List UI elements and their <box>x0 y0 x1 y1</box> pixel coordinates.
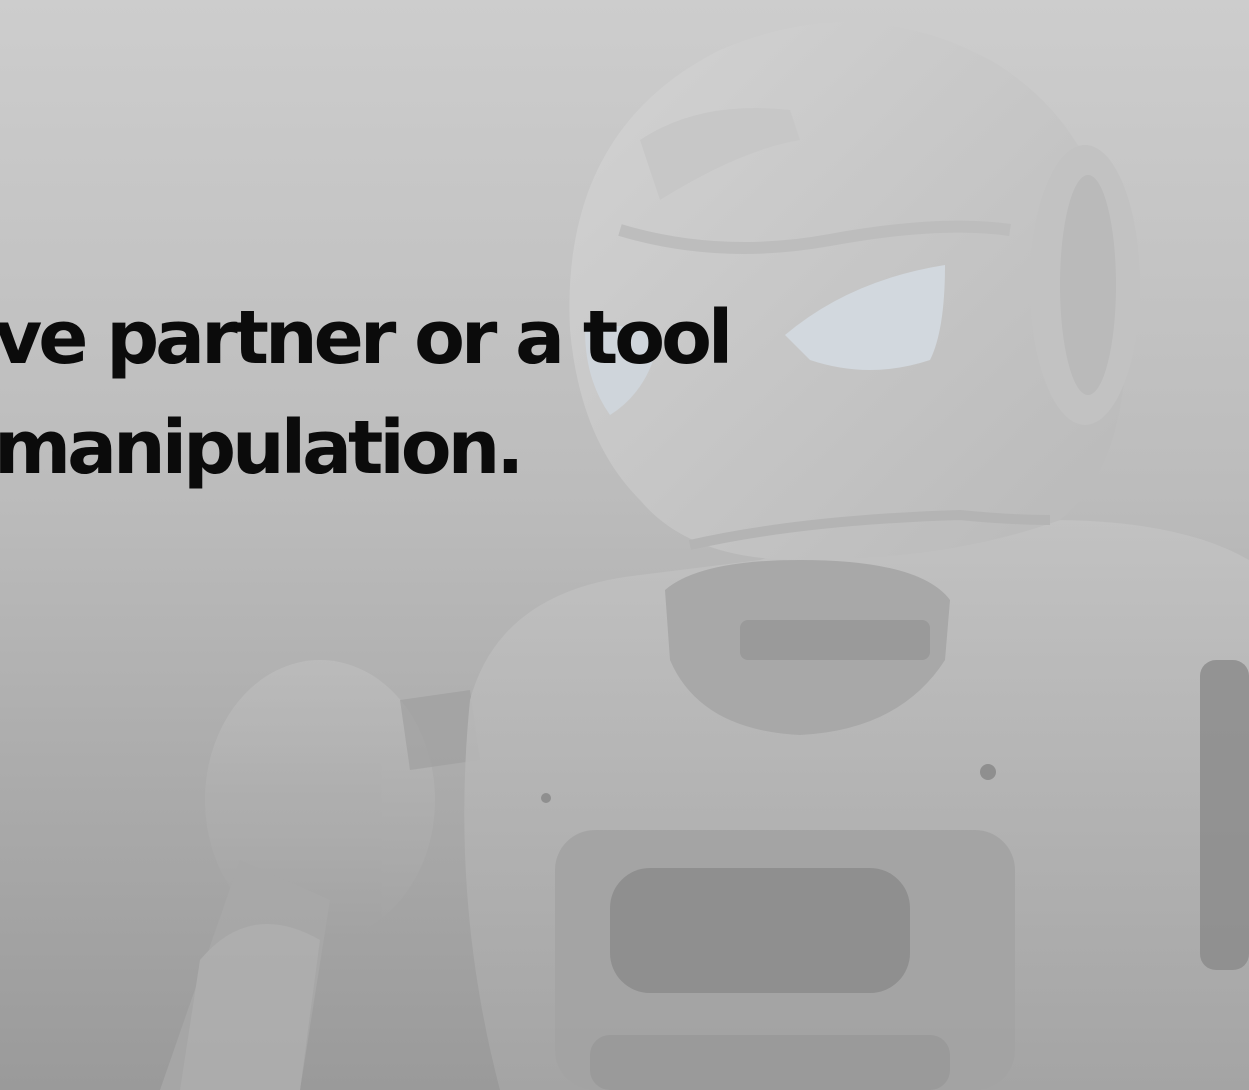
chest-screen <box>610 868 910 993</box>
robot-background-image <box>160 22 1249 1090</box>
hero-section: ve partner or a tool manipulation. <box>0 0 1249 1090</box>
robot-hand <box>160 660 435 1090</box>
headline-line-2: manipulation. <box>0 405 524 491</box>
hero-headline: ve partner or a tool manipulation. <box>0 283 733 503</box>
headline-line-1: ve partner or a tool <box>0 295 733 381</box>
